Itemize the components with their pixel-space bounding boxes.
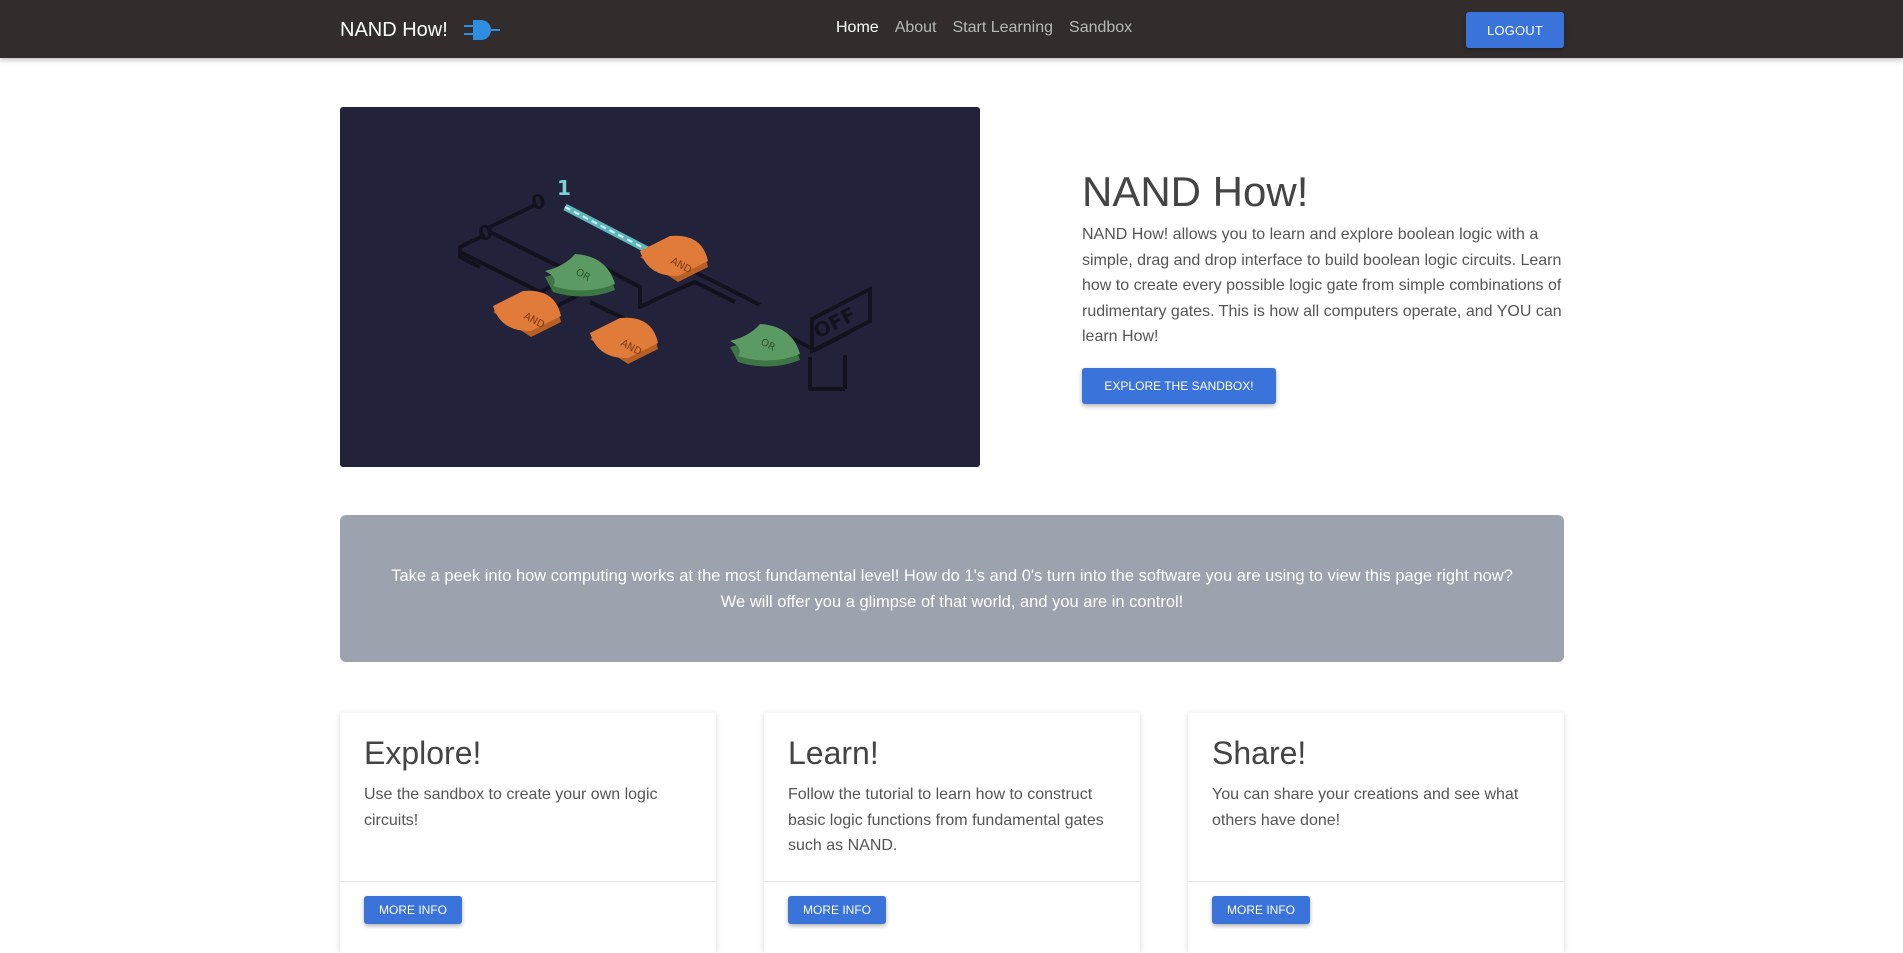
- explore-more-info-button[interactable]: MORE INFO: [364, 896, 462, 924]
- nav-home-link[interactable]: Home: [836, 19, 879, 37]
- intro-banner: Take a peek into how computing works at …: [340, 515, 1564, 662]
- top-navbar: NAND How! Home About Start Learning Sand…: [0, 0, 1903, 58]
- hero-title: NAND How!: [1082, 168, 1309, 215]
- or-gate-2: OR: [730, 324, 800, 367]
- explore-sandbox-button[interactable]: EXPLORE THE SANDBOX!: [1082, 367, 1276, 404]
- banner-text: Take a peek into how computing works at …: [391, 566, 1513, 611]
- card-divider: [340, 881, 716, 882]
- hero-circuit-illustration: 0 0 1 AND OR AND AND OR OFF: [340, 107, 980, 467]
- brand-link[interactable]: NAND How!: [340, 17, 502, 43]
- card-divider: [1188, 881, 1564, 882]
- hero-description: NAND How! allows you to learn and explor…: [1082, 226, 1562, 345]
- share-more-info-button[interactable]: MORE INFO: [1212, 896, 1310, 924]
- logout-button[interactable]: LOGOUT: [1466, 12, 1564, 48]
- input-label-b: 0: [529, 189, 548, 215]
- or-gate-1: OR: [545, 254, 615, 297]
- learn-more-info-button[interactable]: MORE INFO: [788, 896, 886, 924]
- card-text: You can share your creations and see wha…: [1212, 786, 1519, 829]
- input-label-c: 1: [557, 176, 571, 200]
- and-gate-2: AND: [493, 290, 561, 337]
- nav-sandbox-link[interactable]: Sandbox: [1069, 19, 1132, 37]
- input-label-a: 0: [476, 220, 495, 246]
- output-indicator: OFF: [809, 285, 872, 355]
- card-title: Share!: [1212, 735, 1307, 771]
- card-explore: Explore! Use the sandbox to create your …: [340, 713, 716, 953]
- card-text: Follow the tutorial to learn how to cons…: [788, 786, 1104, 854]
- card-text: Use the sandbox to create your own logic…: [364, 786, 658, 829]
- nav-start-learning-link[interactable]: Start Learning: [953, 19, 1054, 37]
- main-nav: Home About Start Learning Sandbox: [836, 19, 1132, 37]
- nav-about-link[interactable]: About: [895, 19, 937, 37]
- hero-text-section: NAND How! NAND How! allows you to learn …: [1082, 168, 1568, 404]
- card-divider: [764, 881, 1140, 882]
- brand-title: NAND How!: [340, 18, 448, 41]
- card-learn: Learn! Follow the tutorial to learn how …: [764, 713, 1140, 953]
- card-share: Share! You can share your creations and …: [1188, 713, 1564, 953]
- card-title: Explore!: [364, 735, 482, 771]
- nand-gate-logo-icon: [462, 17, 502, 43]
- and-gate-3: AND: [590, 317, 658, 364]
- card-title: Learn!: [788, 735, 879, 771]
